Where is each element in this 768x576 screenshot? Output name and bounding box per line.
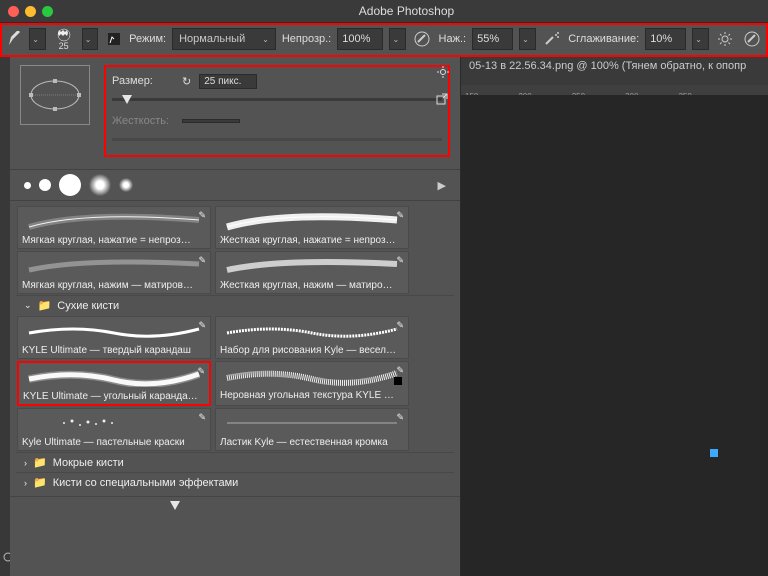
brush-preset[interactable]: ✎ Kyle Ultimate — пастельные краски	[17, 408, 211, 451]
edit-brush-icon[interactable]: ✎	[396, 412, 404, 423]
selection-handle[interactable]	[710, 449, 718, 457]
chevron-down-icon: ⌄	[24, 300, 32, 311]
brush-preset[interactable]: ✎ Жесткая круглая, нажатие = непроз…	[215, 206, 409, 249]
brush-preset-selected[interactable]: ✎ KYLE Ultimate — угольный каранда…	[17, 361, 211, 406]
brush-preset-picker[interactable]: 25	[52, 27, 76, 51]
brush-preset[interactable]: ✎ Жесткая круглая, нажим — матиро…	[215, 251, 409, 294]
minimize-window-button[interactable]	[25, 6, 36, 17]
smoothing-input[interactable]: 10%	[645, 28, 686, 50]
options-bar: ⌄ 25 ⌄ Режим: Нормальный⌄ Непрозр.: 100%…	[0, 23, 768, 57]
edit-brush-icon[interactable]: ✎	[198, 210, 206, 221]
brush-size-display: 25	[59, 41, 69, 51]
flow-label: Наж.:	[439, 33, 467, 45]
folder-icon: 📁	[33, 456, 47, 469]
brush-grid: ✎ Мягкая круглая, нажатие = непроз… ✎ Же…	[10, 201, 460, 496]
brush-panel: Размер: ↻ 25 пикс. Жесткость:	[10, 57, 461, 576]
folder-wet-brushes[interactable]: › 📁 Мокрые кисти	[16, 452, 454, 472]
document-tab[interactable]: 05-13 в 22.56.34.png @ 100% (Тянем обрат…	[461, 57, 768, 85]
edit-brush-icon[interactable]: ✎	[396, 365, 404, 376]
thumbnail-size-slider[interactable]	[10, 496, 460, 515]
brush-preset[interactable]: ✎ Мягкая круглая, нажатие = непроз…	[17, 206, 211, 249]
opacity-input[interactable]: 100%	[337, 28, 383, 50]
edit-brush-icon[interactable]: ✎	[198, 320, 206, 331]
edit-brush-icon[interactable]: ✎	[198, 255, 206, 266]
brush-preset-chevron[interactable]: ⌄	[82, 28, 98, 50]
hardness-value-input	[182, 119, 240, 123]
edit-brush-icon[interactable]: ✎	[396, 255, 404, 266]
chevron-right-icon: ›	[24, 458, 27, 468]
brush-size-controls: Размер: ↻ 25 пикс. Жесткость:	[104, 65, 450, 157]
blend-mode-select[interactable]: Нормальный⌄	[172, 28, 276, 50]
opacity-label: Непрозр.:	[282, 33, 331, 45]
brush-list-right-arrow[interactable]: ▶	[438, 179, 446, 192]
window-controls	[8, 6, 53, 17]
brush-tip-preview[interactable]	[20, 65, 90, 125]
size-value-input[interactable]: 25 пикс.	[199, 74, 257, 89]
size-preset-2[interactable]	[39, 179, 51, 191]
brush-settings-toggle[interactable]	[104, 28, 123, 50]
folder-dry-brushes[interactable]: ⌄ 📁 Сухие кисти	[16, 295, 454, 315]
brush-preset[interactable]: ✎ Мягкая круглая, нажим — матиров…	[17, 251, 211, 294]
flow-chevron[interactable]: ⌄	[519, 28, 535, 50]
airbrush-icon[interactable]	[542, 27, 563, 51]
reset-size-icon[interactable]: ↻	[182, 75, 191, 88]
hardness-slider	[112, 133, 442, 147]
folder-fx-brushes[interactable]: › 📁 Кисти со специальными эффектами	[16, 472, 454, 492]
edit-brush-icon[interactable]: ✎	[197, 366, 205, 377]
hardness-label: Жесткость:	[112, 115, 174, 127]
size-preset-4[interactable]	[89, 174, 111, 196]
mode-label: Режим:	[129, 33, 166, 45]
title-bar: Adobe Photoshop	[0, 0, 768, 23]
opacity-chevron[interactable]: ⌄	[389, 28, 405, 50]
folder-icon: 📁	[33, 476, 47, 489]
brush-preset[interactable]: ✎ KYLE Ultimate — твердый карандаш	[17, 316, 211, 359]
size-slider[interactable]	[112, 93, 442, 107]
app-title: Adobe Photoshop	[53, 4, 760, 18]
smoothing-chevron[interactable]: ⌄	[692, 28, 708, 50]
close-window-button[interactable]	[8, 6, 19, 17]
brush-preset[interactable]: ✎ Неровная угольная текстура KYLE …	[215, 361, 409, 406]
flow-input[interactable]: 55%	[472, 28, 513, 50]
tool-preset-picker[interactable]	[6, 29, 23, 49]
brush-size-presets: ▶	[10, 169, 460, 201]
size-preset-5[interactable]	[119, 178, 133, 192]
tool-preset-chevron[interactable]: ⌄	[29, 28, 45, 50]
chevron-right-icon: ›	[24, 478, 27, 488]
panel-gear-icon[interactable]	[436, 65, 450, 82]
zoom-window-button[interactable]	[42, 6, 53, 17]
size-preset-1[interactable]	[24, 182, 31, 189]
smoothing-gear-icon[interactable]	[715, 27, 736, 51]
tools-strip	[0, 57, 10, 576]
brush-preset[interactable]: ✎ Набор для рисования Kyle — весел…	[215, 316, 409, 359]
smoothing-label: Сглаживание:	[568, 33, 639, 45]
edit-brush-icon[interactable]: ✎	[396, 210, 404, 221]
pressure-opacity-icon[interactable]	[412, 27, 433, 51]
folder-icon: 📁	[38, 299, 52, 312]
popout-icon[interactable]	[436, 93, 448, 108]
brush-preset[interactable]: ✎ Ластик Kyle — естественная кромка	[215, 408, 409, 451]
size-preset-3[interactable]	[59, 174, 81, 196]
canvas[interactable]	[461, 95, 768, 576]
edit-brush-icon[interactable]: ✎	[396, 320, 404, 331]
edit-brush-icon[interactable]: ✎	[198, 412, 206, 423]
size-label: Размер:	[112, 75, 174, 87]
pressure-size-icon[interactable]	[741, 27, 762, 51]
document-area: 05-13 в 22.56.34.png @ 100% (Тянем обрат…	[461, 57, 768, 576]
